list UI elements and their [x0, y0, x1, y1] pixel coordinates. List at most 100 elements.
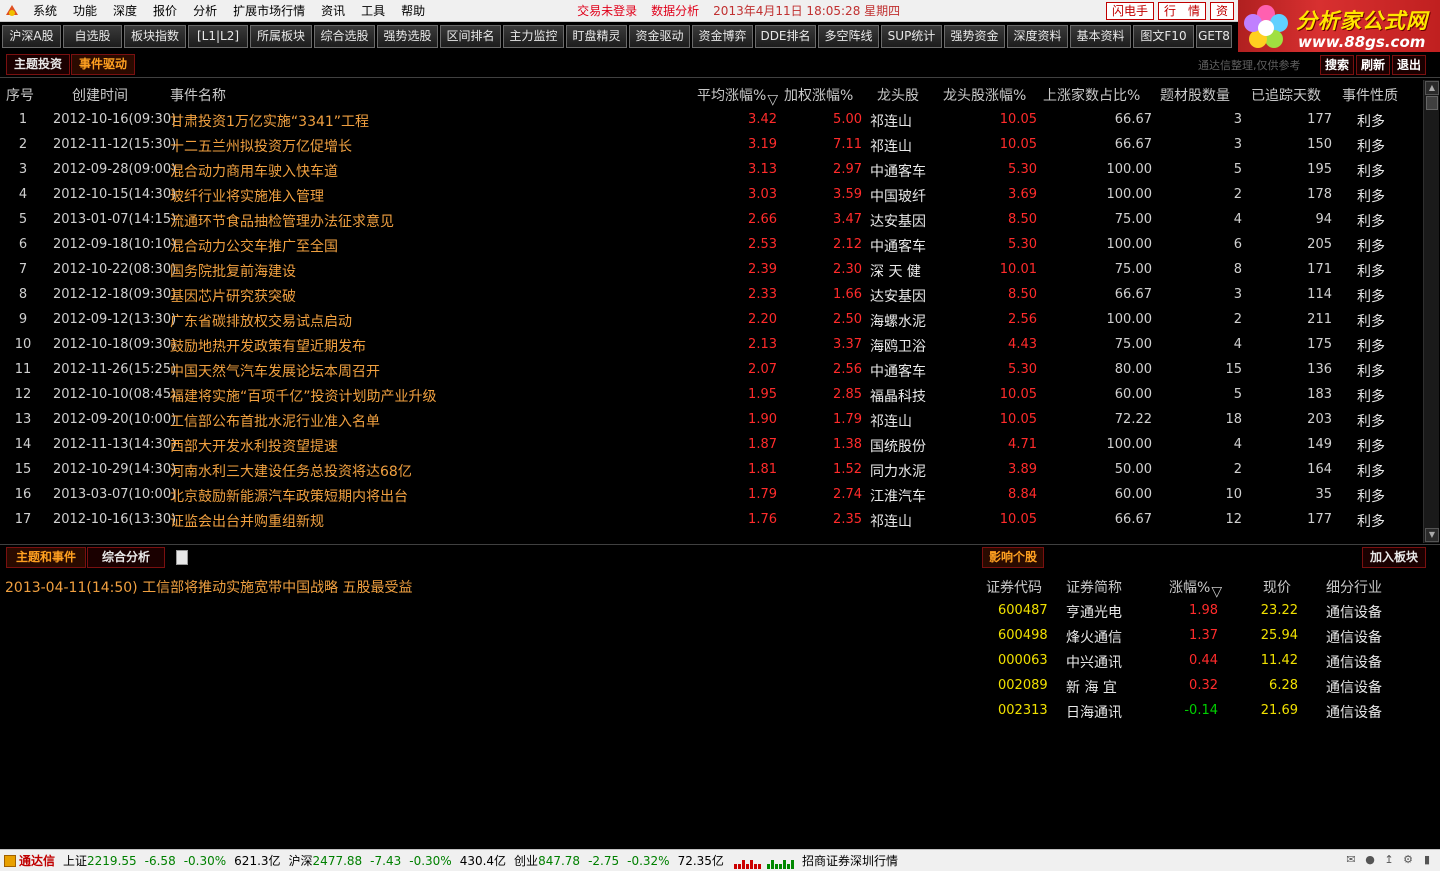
col-header-avg[interactable]: 平均涨幅%▽	[697, 85, 778, 108]
table-row[interactable]: 8 2012-12-18(09:30) 基因芯片研究获突破 2.33 1.66 达安基因 8…	[0, 283, 1422, 308]
add-to-sector-button[interactable]: 加入板块	[1362, 547, 1426, 568]
tab-event-driven[interactable]: 事件驱动	[71, 54, 135, 75]
menu-depth[interactable]: 深度	[105, 0, 145, 22]
table-row[interactable]: 17 2012-10-16(13:30) 证监会出台并购重组新规 1.76 2.35 祁连…	[0, 508, 1422, 533]
tb-owned-sector-button[interactable]: 所属板块	[250, 25, 312, 48]
table-row[interactable]: 9 2012-09-12(13:30) 广东省碳排放权交易试点启动 2.20 2.50 海…	[0, 308, 1422, 333]
table-row[interactable]: 1 2012-10-16(09:30) 甘肃投资1万亿实施“3341”工程 3.42 5…	[0, 108, 1422, 133]
news-item[interactable]: 2013-04-11(14:50) 工信部将推动实施宽带中国战略 五股最受益	[5, 577, 413, 597]
table-row[interactable]: 16 2013-03-07(10:00) 北京鼓励新能源汽车政策短期内将出台 1.79…	[0, 483, 1422, 508]
coin-icon[interactable]: ●	[1363, 853, 1377, 867]
tb-main-monitor-button[interactable]: 主力监控	[503, 25, 564, 48]
table-row[interactable]: 14 2012-11-13(14:30) 西部大开发水利投资望提速 1.87 1.38 国…	[0, 433, 1422, 458]
tools-icon[interactable]: ⚙	[1401, 853, 1415, 867]
tb-range-rank-button[interactable]: 区间排名	[440, 25, 501, 48]
tb-fund-drive-button[interactable]: 资金驱动	[629, 25, 690, 48]
stock-row[interactable]: 000063 中兴通讯 0.44 11.42 通信设备	[980, 649, 1440, 674]
info-button[interactable]: 资	[1210, 2, 1235, 20]
col-header-leadpct[interactable]: 龙头股涨幅%	[943, 85, 1026, 105]
col-header-idx[interactable]: 序号	[6, 85, 34, 105]
table-row[interactable]: 3 2012-09-28(09:00) 混合动力商用车驶入快车道 3.13 2.97 中通…	[0, 158, 1422, 183]
table-row[interactable]: 13 2012-09-20(10:00) 工信部公布首批水泥行业准入名单 1.90 1.…	[0, 408, 1422, 433]
menu-function[interactable]: 功能	[65, 0, 105, 22]
tb-level-button[interactable]: [L1|L2]	[188, 25, 248, 48]
stock-col-chg[interactable]: 涨幅%▽	[1169, 577, 1222, 600]
menu-quote[interactable]: 报价	[145, 0, 185, 22]
exit-button[interactable]: 退出	[1392, 55, 1426, 75]
tab-affected-stocks[interactable]: 影响个股	[982, 547, 1044, 568]
menu-tools[interactable]: 工具	[353, 0, 393, 22]
menu-analysis[interactable]: 分析	[185, 0, 225, 22]
table-row[interactable]: 11 2012-11-26(15:25) 中国天然气汽车发展论坛本周召开 2.07 2.…	[0, 358, 1422, 383]
col-header-cnt[interactable]: 题材股数量	[1160, 85, 1230, 105]
tb-fund-game-button[interactable]: 资金博弈	[692, 25, 753, 48]
tab-theme-investment[interactable]: 主题投资	[6, 54, 70, 75]
stock-row[interactable]: 600498 烽火通信 1.37 25.94 通信设备	[980, 624, 1440, 649]
quote-button[interactable]: 行 情	[1158, 2, 1207, 20]
tab-theme-and-event[interactable]: 主题和事件	[6, 547, 86, 568]
stock-col-industry[interactable]: 细分行业	[1326, 577, 1382, 597]
stock-row[interactable]: 600487 亨通光电 1.98 23.22 通信设备	[980, 599, 1440, 624]
signal-icon[interactable]: ▮	[1420, 853, 1434, 867]
col-header-days[interactable]: 已追踪天数	[1251, 85, 1321, 105]
table-row[interactable]: 7 2012-10-22(08:30) 国务院批复前海建设 2.39 2.30 深 天 健…	[0, 258, 1422, 283]
table-row[interactable]: 5 2013-01-07(14:15) 流通环节食品抽检管理办法征求意见 2.66 3.…	[0, 208, 1422, 233]
table-row[interactable]: 12 2012-10-10(08:45) 福建将实施“百项千亿”投资计划助产业升级 1…	[0, 383, 1422, 408]
table-row[interactable]: 2 2012-11-12(15:30) 十二五兰州拟投资万亿促增长 3.19 7.11 祁…	[0, 133, 1422, 158]
menu-extended-market[interactable]: 扩展市场行情	[225, 0, 313, 22]
antenna-icon[interactable]: ↥	[1382, 853, 1396, 867]
tb-get8-button[interactable]: GET8	[1196, 25, 1232, 48]
refresh-button[interactable]: 刷新	[1356, 55, 1390, 75]
tb-bull-bear-button[interactable]: 多空阵线	[818, 25, 879, 48]
tb-shsz-a-button[interactable]: 沪深A股	[2, 25, 61, 48]
cell-type: 利多	[1357, 264, 1385, 280]
data-analysis-link[interactable]: 数据分析	[651, 0, 699, 22]
table-scrollbar[interactable]: ▲ ▼	[1423, 80, 1439, 543]
flash-trade-button[interactable]: 闪电手	[1106, 2, 1155, 20]
tb-strong-pick-button[interactable]: 强势选股	[377, 25, 438, 48]
document-icon[interactable]	[176, 550, 188, 565]
menu-news[interactable]: 资讯	[313, 0, 353, 22]
tb-dde-rank-button[interactable]: DDE排名	[755, 25, 816, 48]
col-header-lead[interactable]: 龙头股	[877, 85, 919, 105]
stock-col-price[interactable]: 现价	[1263, 577, 1291, 597]
col-header-name[interactable]: 事件名称	[170, 85, 226, 105]
search-button[interactable]: 搜索	[1320, 55, 1354, 75]
cell-name: 西部大开发水利投资望提速	[170, 439, 338, 455]
tb-f10-button[interactable]: 图文F10	[1133, 25, 1194, 48]
tdx-logo[interactable]: 通达信	[4, 852, 55, 869]
col-header-up[interactable]: 上涨家数占比%	[1043, 85, 1140, 105]
stock-row[interactable]: 002089 新 海 宜 0.32 6.28 通信设备	[980, 674, 1440, 699]
tb-watchlist-button[interactable]: 自选股	[63, 25, 122, 48]
menu-help[interactable]: 帮助	[393, 0, 433, 22]
tab-composite-analysis[interactable]: 综合分析	[87, 547, 165, 568]
scroll-down-icon[interactable]: ▼	[1425, 528, 1439, 542]
scroll-up-icon[interactable]: ▲	[1425, 81, 1439, 95]
tb-composite-pick-button[interactable]: 综合选股	[314, 25, 375, 48]
cell-type: 利多	[1357, 439, 1385, 455]
table-row[interactable]: 10 2012-10-18(09:30) 鼓励地热开发政策有望近期发布 2.13 3.3…	[0, 333, 1422, 358]
tb-sector-index-button[interactable]: 板块指数	[124, 25, 186, 48]
table-row[interactable]: 4 2012-10-15(14:30) 玻纤行业将实施准入管理 3.03 3.59 中国玻…	[0, 183, 1422, 208]
table-row[interactable]: 15 2012-10-29(14:30) 河南水利三大建设任务总投资将达68亿 1.8…	[0, 458, 1422, 483]
stock-col-name[interactable]: 证券简称	[1066, 577, 1122, 597]
mail-icon[interactable]: ✉	[1344, 853, 1358, 867]
tb-sup-stat-button[interactable]: SUP统计	[881, 25, 942, 48]
scroll-thumb[interactable]	[1426, 96, 1438, 110]
menu-system[interactable]: 系统	[25, 0, 65, 22]
cell-time: 2012-10-15(14:30)	[53, 187, 177, 202]
table-row[interactable]: 6 2012-09-18(10:10) 混合动力公交车推广至全国 2.53 2.12 中通…	[0, 233, 1422, 258]
col-header-time[interactable]: 创建时间	[72, 85, 128, 105]
col-header-wavg[interactable]: 加权涨幅%	[784, 85, 853, 105]
tb-watch-genie-button[interactable]: 盯盘精灵	[566, 25, 627, 48]
stock-row[interactable]: 002313 日海通讯 -0.14 21.69 通信设备	[980, 699, 1440, 724]
trade-login-status[interactable]: 交易未登录	[577, 0, 637, 22]
hs-index[interactable]: 沪深2477.88	[289, 852, 363, 869]
stock-col-code[interactable]: 证券代码	[986, 577, 1042, 597]
tb-basic-data-button[interactable]: 基本资料	[1070, 25, 1131, 48]
col-header-type[interactable]: 事件性质	[1342, 85, 1398, 105]
cy-index[interactable]: 创业847.78	[514, 852, 580, 869]
tb-strong-fund-button[interactable]: 强势资金	[944, 25, 1005, 48]
tb-depth-data-button[interactable]: 深度资料	[1007, 25, 1068, 48]
sh-index[interactable]: 上证2219.55	[63, 852, 137, 869]
